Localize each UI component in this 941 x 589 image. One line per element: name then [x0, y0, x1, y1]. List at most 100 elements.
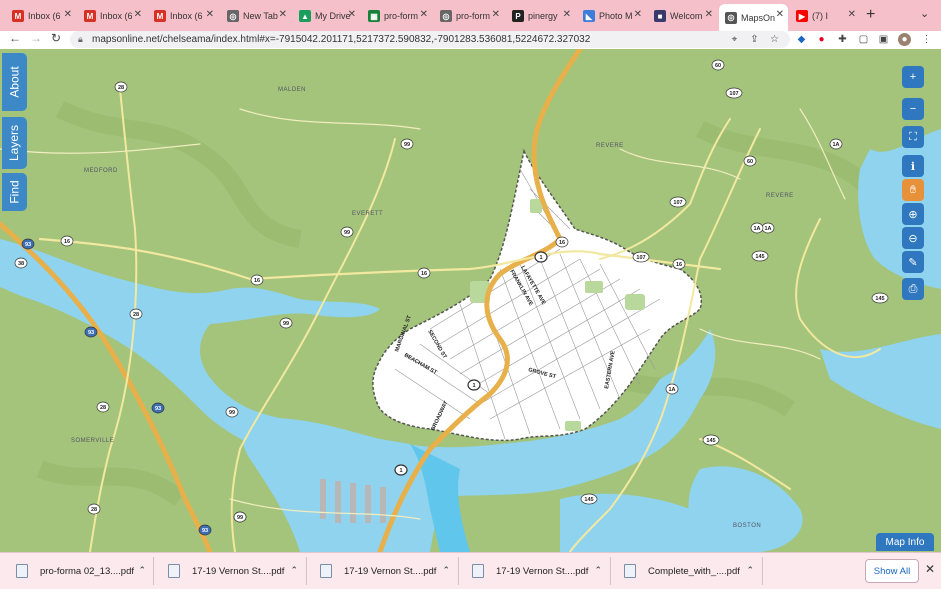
browser-tab[interactable]: ◎ New Tab ✕: [221, 4, 291, 28]
route-shield: 107: [669, 196, 687, 208]
forward-arrow-icon[interactable]: →: [30, 31, 42, 45]
place-label-malden: MALDEN: [278, 87, 306, 93]
browser-tab[interactable]: ◣ Photo M ✕: [577, 4, 646, 28]
pan-hand-icon[interactable]: ✋︎: [902, 179, 924, 201]
location-pin-icon[interactable]: ⌖: [728, 33, 741, 46]
route-shield: 99: [225, 406, 239, 418]
dropbox-icon[interactable]: ◆: [795, 33, 808, 46]
route-shield-label: 99: [344, 230, 350, 236]
about-side-tab[interactable]: About: [2, 53, 27, 111]
download-bar: pro-forma 02_13....pdf ⌃ 17-19 Vernon St.…: [0, 552, 941, 589]
full-extent-icon[interactable]: ⛶: [902, 126, 924, 148]
close-icon[interactable]: ✕: [925, 562, 935, 576]
browser-tab[interactable]: M Inbox (6 ✕: [78, 4, 146, 28]
profile-avatar[interactable]: ●: [898, 33, 911, 46]
close-icon[interactable]: ✕: [634, 9, 642, 20]
photo-icon: ◣: [583, 10, 595, 22]
pinterest-icon[interactable]: ●: [815, 33, 828, 46]
route-shield-label: 99: [404, 142, 410, 148]
route-shield: 93: [198, 524, 212, 536]
close-icon[interactable]: ✕: [206, 9, 214, 20]
route-shield-label: 1A: [764, 226, 771, 232]
route-shield: 60: [711, 59, 725, 71]
globe-icon: ◎: [440, 10, 452, 22]
tab-search-chevron-icon[interactable]: ⌄: [920, 7, 929, 20]
new-tab-icon[interactable]: +: [866, 6, 875, 24]
map-info-button[interactable]: Map Info: [876, 533, 934, 551]
close-icon[interactable]: ✕: [134, 9, 142, 20]
map-canvas[interactable]: MALDEN MEDFORD EVERETT REVERE REVERE SOM…: [0, 49, 941, 552]
layers-side-tab[interactable]: Layers: [2, 117, 27, 169]
map-view[interactable]: MALDEN MEDFORD EVERETT REVERE REVERE SOM…: [0, 49, 941, 552]
pdf-file-icon: [624, 564, 636, 578]
route-shield: 99: [279, 317, 293, 329]
chevron-up-icon[interactable]: ⌃: [746, 565, 754, 576]
back-arrow-icon[interactable]: ←: [9, 31, 21, 45]
browser-tab[interactable]: ◎ pro-form ✕: [434, 4, 504, 28]
zoom-box-in-icon[interactable]: ⊕: [902, 203, 924, 225]
browser-tab[interactable]: Ppinergy ✕: [506, 4, 575, 28]
close-icon[interactable]: ✕: [848, 9, 856, 20]
chevron-up-icon[interactable]: ⌃: [442, 565, 450, 576]
tab-title: MapsOn: [741, 12, 776, 23]
zoom-box-out-icon[interactable]: ⊖: [902, 227, 924, 249]
chevron-up-icon[interactable]: ⌃: [138, 565, 146, 576]
route-shield: 16: [250, 274, 264, 286]
browser-tab[interactable]: M Inbox (6 ✕: [148, 4, 218, 28]
browser-tab[interactable]: ■ Welcom ✕: [648, 4, 717, 28]
pdf-file-icon: [168, 564, 180, 578]
identify-info-icon[interactable]: ℹ: [902, 155, 924, 177]
browser-tab[interactable]: ▶ (7) I ✕: [790, 4, 860, 28]
route-shield: 28: [129, 308, 143, 320]
sheets-icon: ▦: [368, 10, 380, 22]
download-item[interactable]: 17-19 Vernon St....pdf ⌃: [472, 553, 602, 589]
close-icon[interactable]: ✕: [776, 9, 784, 20]
extensions-puzzle-icon[interactable]: ✚: [836, 33, 849, 46]
share-icon[interactable]: ⇪: [748, 33, 761, 46]
zoom-out-button[interactable]: −: [902, 98, 924, 120]
download-filename: 17-19 Vernon St....pdf: [496, 565, 589, 577]
download-item[interactable]: 17-19 Vernon St....pdf ⌃: [168, 553, 298, 589]
download-filename: 17-19 Vernon St....pdf: [192, 565, 285, 577]
route-shield-label: 145: [584, 497, 593, 503]
tab-title: New Tab: [243, 11, 278, 21]
find-side-tab[interactable]: Find: [2, 173, 27, 211]
browser-tab[interactable]: ▲ My Drive ✕: [293, 4, 360, 28]
download-item[interactable]: 17-19 Vernon St....pdf ⌃: [320, 553, 450, 589]
route-shield: 145: [702, 434, 720, 446]
browser-tab[interactable]: M Inbox (6 ✕: [6, 4, 76, 28]
route-shield-label: 16: [64, 239, 70, 245]
close-icon[interactable]: ✕: [64, 9, 72, 20]
close-icon[interactable]: ✕: [563, 9, 571, 20]
tab-title: Inbox (6: [170, 11, 203, 21]
measure-ruler-icon[interactable]: ✎: [902, 251, 924, 273]
menu-kebab-icon[interactable]: ⋮: [920, 33, 933, 46]
tab-title: pinergy: [528, 11, 558, 21]
close-icon[interactable]: ✕: [279, 9, 287, 20]
address-bar[interactable]: 🔒︎ mapsonline.net/chelseama/index.html#x…: [70, 31, 790, 48]
chevron-up-icon[interactable]: ⌃: [290, 565, 298, 576]
chevron-up-icon[interactable]: ⌃: [594, 565, 602, 576]
bookmark-star-icon[interactable]: ☆: [768, 33, 781, 46]
route-shield: 16: [555, 236, 569, 248]
about-label: About: [7, 66, 22, 98]
close-icon[interactable]: ✕: [420, 9, 428, 20]
youtube-icon: ▶: [796, 10, 808, 22]
close-icon[interactable]: ✕: [348, 9, 356, 20]
close-icon[interactable]: ✕: [705, 9, 713, 20]
route-shield: 28: [114, 81, 128, 93]
download-item[interactable]: pro-forma 02_13....pdf ⌃: [16, 553, 146, 589]
close-icon[interactable]: ✕: [492, 9, 500, 20]
download-item[interactable]: Complete_with_....pdf ⌃: [624, 553, 754, 589]
route-shield-label: 145: [755, 254, 764, 260]
print-icon[interactable]: ⎙: [902, 278, 924, 300]
browser-tab[interactable]: ▦ pro-form ✕: [362, 4, 432, 28]
browser-tab[interactable]: ◎ MapsOn ✕: [719, 4, 788, 31]
route-shield-label: 107: [673, 200, 682, 206]
sidepanel-icon[interactable]: ▣: [877, 33, 890, 46]
show-all-button[interactable]: Show All: [865, 559, 919, 583]
tab-title: Inbox (6: [28, 11, 61, 21]
reload-icon[interactable]: ↻: [51, 31, 61, 45]
zoom-in-button[interactable]: +: [902, 66, 924, 88]
reading-list-icon[interactable]: ▢: [857, 33, 870, 46]
